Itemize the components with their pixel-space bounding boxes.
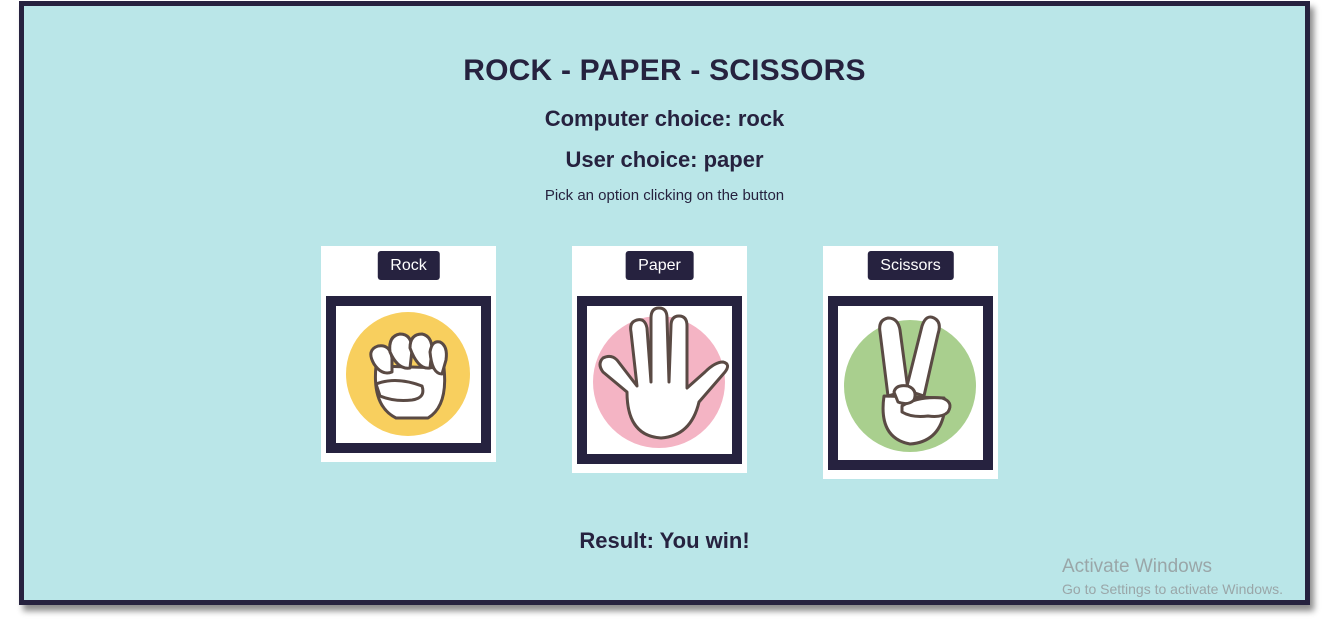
instruction-text: Pick an option clicking on the button [544,187,785,204]
paper-image [577,296,742,464]
watermark-subtitle: Go to Settings to activate Windows. [1062,581,1283,597]
paper-button[interactable]: Paper [625,251,694,280]
rock-image [326,296,491,453]
windows-activation-watermark: Activate Windows Go to Settings to activ… [1062,556,1283,597]
watermark-title: Activate Windows [1062,556,1212,577]
user-choice-text: User choice: paper [565,147,764,172]
computer-choice-text: Computer choice: rock [544,106,785,131]
result-text: Result: You win! [579,528,750,553]
rock-button[interactable]: Rock [377,251,440,280]
fist-icon [346,312,470,436]
open-hand-icon [593,306,730,448]
peace-hand-icon [844,315,976,452]
scissors-image [828,296,993,470]
paper-card: Paper [572,246,747,473]
scissors-card: Scissors [823,246,998,479]
game-container: ROCK - PAPER - SCISSORS Computer choice:… [19,1,1310,605]
rock-card: Rock [321,246,496,462]
scissors-button[interactable]: Scissors [867,251,954,280]
page-title: ROCK - PAPER - SCISSORS [463,54,866,87]
